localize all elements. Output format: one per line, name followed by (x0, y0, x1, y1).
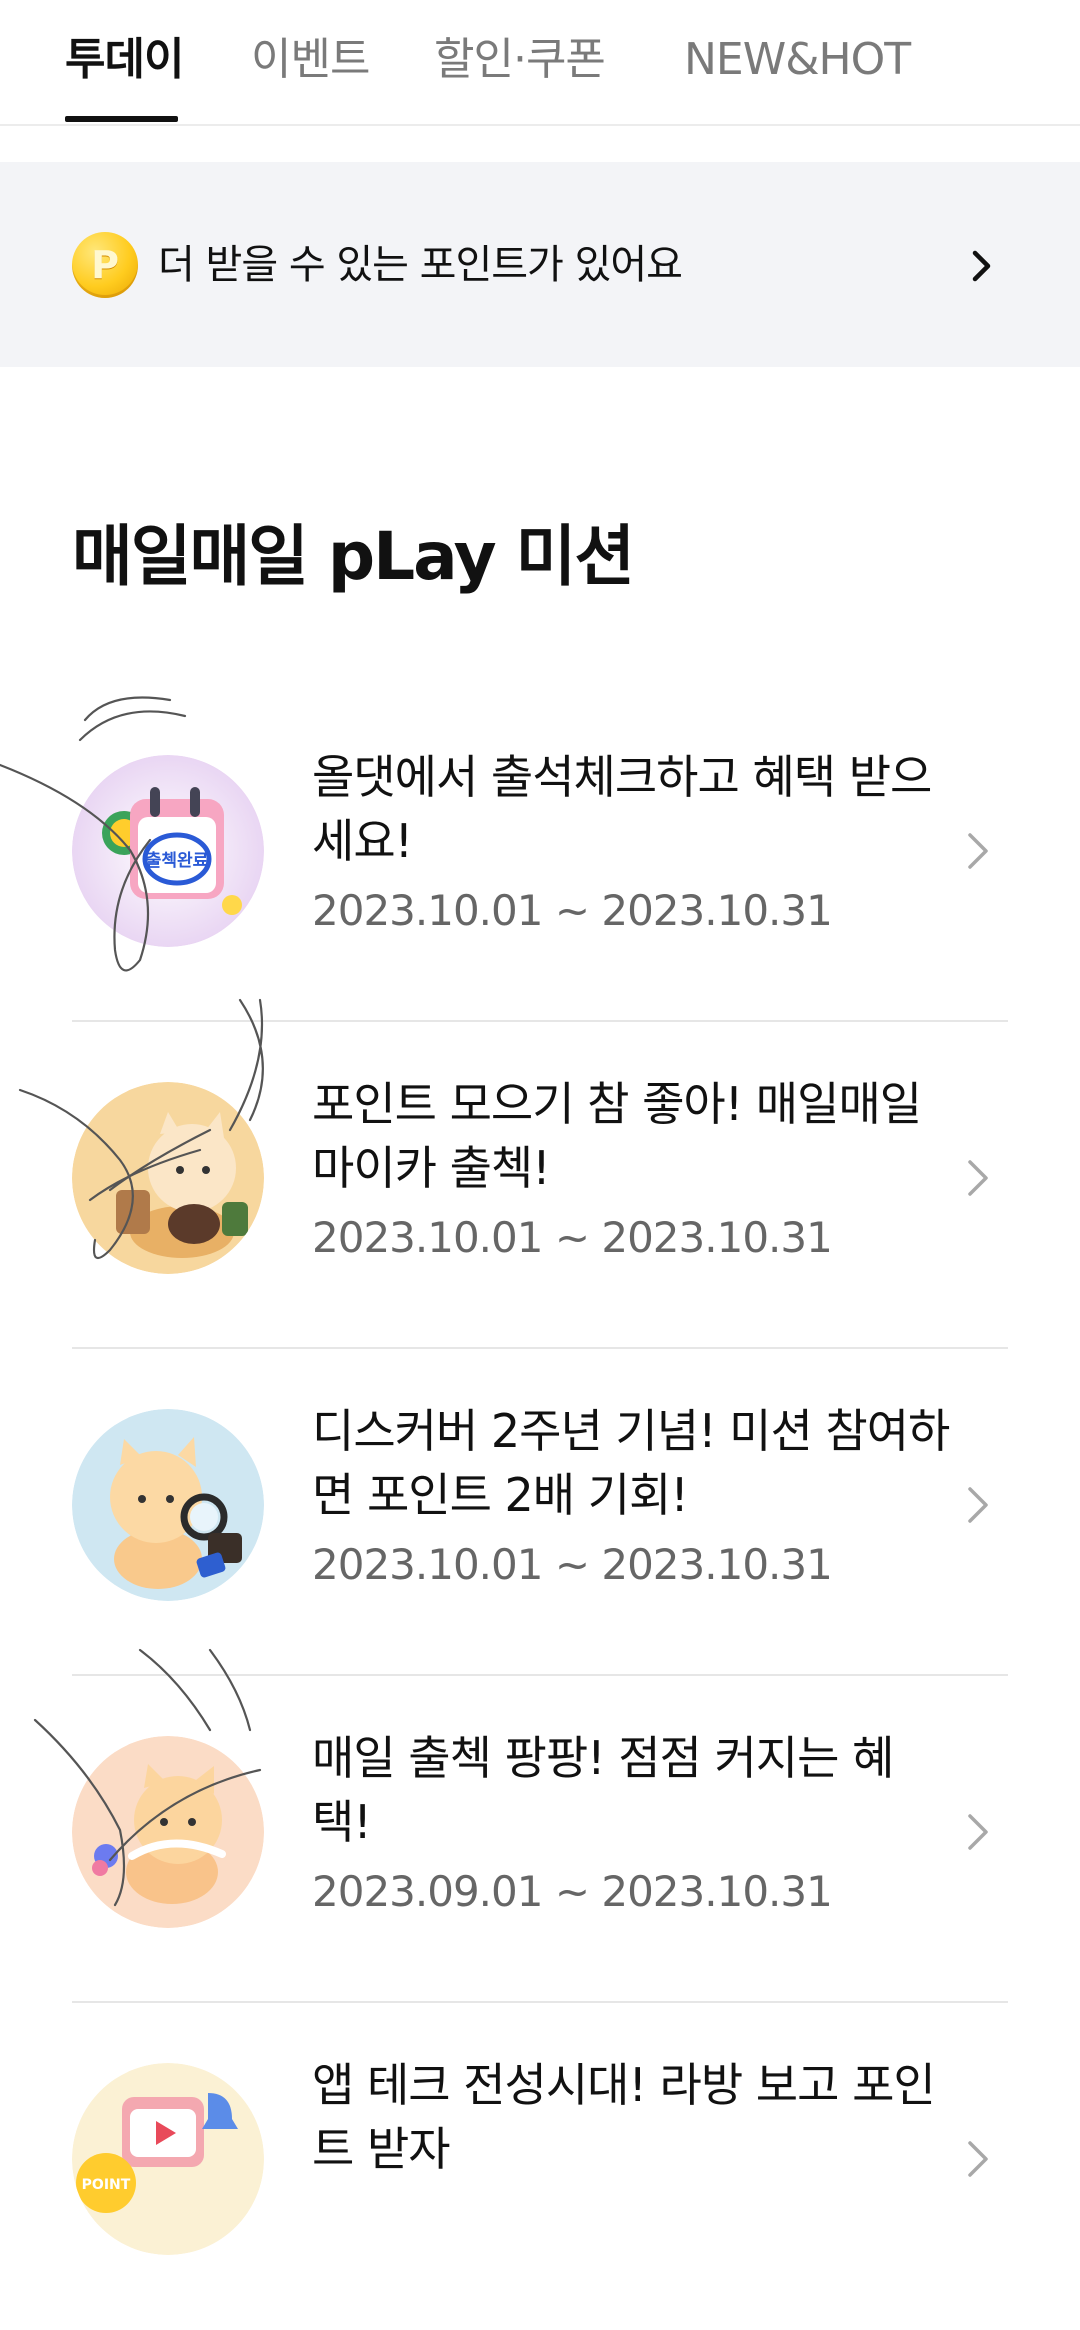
mission-item[interactable]: 포인트 모으기 참 좋아! 매일매일 마이카 출첵! 2023.10.01 ~ … (72, 1022, 1008, 1349)
tab-new-hot[interactable]: NEW&HOT (684, 30, 911, 90)
mission-date-range: 2023.10.01 ~ 2023.10.31 (312, 1540, 833, 1589)
active-tab-indicator (65, 116, 178, 122)
point-banner-text: 더 받을 수 있는 포인트가 있어요 (158, 242, 683, 288)
mission-item[interactable]: POINT 앱 테크 전성시대! 라방 보고 포인트 받자 (72, 2003, 1008, 2330)
tab-today[interactable]: 투데이 (65, 30, 184, 90)
svg-text:출첵완료: 출첵완료 (146, 851, 209, 871)
svg-text:POINT: POINT (82, 2177, 131, 2193)
mission-date-range: 2023.10.01 ~ 2023.10.31 (312, 886, 833, 935)
chevron-right-icon (972, 250, 991, 282)
section-title: 매일매일 pLay 미션 (72, 518, 635, 595)
tab-discount-coupon[interactable]: 할인·쿠폰 (434, 30, 606, 90)
top-tab-bar: 투데이 이벤트 할인·쿠폰 NEW&HOT (0, 0, 1080, 126)
mission-title: 디스커버 2주년 기념! 미션 참여하면 포인트 2배 기회! (312, 1404, 950, 1522)
mission-title: 앱 테크 전성시대! 라방 보고 포인트 받자 (312, 2058, 936, 2176)
chevron-right-icon (968, 1160, 988, 1196)
mission-item[interactable]: 매일 출첵 팡팡! 점점 커지는 혜택! 2023.09.01 ~ 2023.1… (72, 1676, 1008, 2003)
mission-thumbnail (72, 1736, 264, 1928)
mission-thumbnail: POINT (72, 2063, 264, 2255)
mission-date-range: 2023.09.01 ~ 2023.10.31 (312, 1867, 833, 1916)
chevron-right-icon (968, 1487, 988, 1523)
mission-date-range: 2023.10.01 ~ 2023.10.31 (312, 1213, 833, 1262)
chevron-right-icon (968, 1814, 988, 1850)
chevron-right-icon (968, 833, 988, 869)
point-coin-icon: P (72, 232, 138, 298)
mission-thumbnail (72, 1409, 264, 1601)
mission-list: 출첵완료 올댓에서 출석체크하고 혜택 받으세요! 2023.10.01 ~ 2… (72, 695, 1008, 2330)
mission-title: 매일 출첵 팡팡! 점점 커지는 혜택! (312, 1731, 894, 1849)
mission-item[interactable]: 디스커버 2주년 기념! 미션 참여하면 포인트 2배 기회! 2023.10.… (72, 1349, 1008, 1676)
mission-thumbnail (72, 1082, 264, 1274)
tab-events[interactable]: 이벤트 (251, 30, 370, 90)
point-banner[interactable]: P 더 받을 수 있는 포인트가 있어요 (0, 162, 1080, 367)
mission-item[interactable]: 출첵완료 올댓에서 출석체크하고 혜택 받으세요! 2023.10.01 ~ 2… (72, 695, 1008, 1022)
mission-title: 올댓에서 출석체크하고 혜택 받으세요! (312, 750, 932, 868)
mission-title: 포인트 모으기 참 좋아! 매일매일 마이카 출첵! (312, 1077, 922, 1195)
mission-thumbnail: 출첵완료 (72, 755, 264, 947)
chevron-right-icon (968, 2141, 988, 2177)
